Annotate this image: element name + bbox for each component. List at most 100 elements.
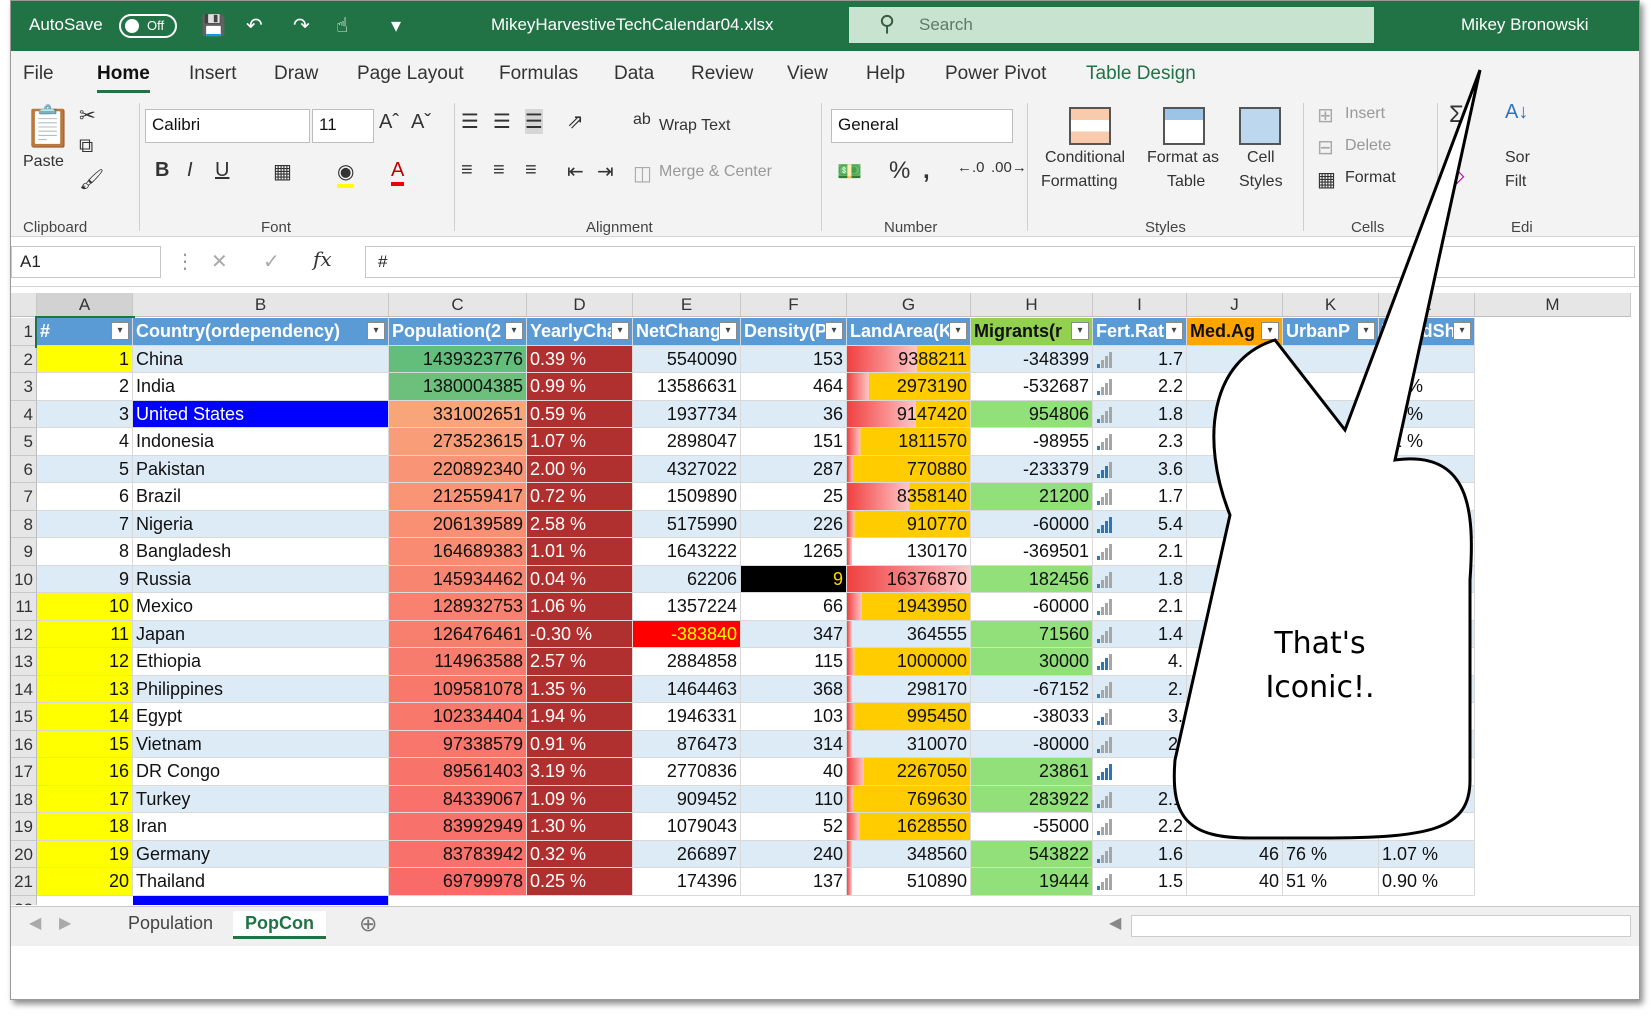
align-right-icon[interactable]: ≡ [525,159,537,182]
row-header[interactable]: 13 [11,648,37,676]
cell-g-5[interactable]: 1811570 [847,428,971,456]
next-sheet-icon[interactable]: ▶ [59,913,71,933]
cell-d-18[interactable]: 1.09 % [527,785,633,813]
cell-l-20[interactable]: 1.07 % [1379,840,1475,868]
cell-b-15[interactable]: Egypt [133,703,389,731]
cell-d-9[interactable]: 1.01 % [527,538,633,566]
comma-style-icon[interactable]: , [923,157,930,185]
autosum-icon[interactable]: Σ [1449,101,1464,129]
filter-dropdown-icon[interactable]: ▾ [949,322,967,340]
cell-j-5[interactable] [1187,428,1283,456]
cell-c-12[interactable]: 126476461 [389,620,527,648]
tab-power-pivot[interactable]: Power Pivot [945,63,1046,85]
cell-a-11[interactable]: 10 [37,593,133,621]
cell-e-11[interactable]: 1357224 [633,593,741,621]
row-header[interactable]: 22 [11,895,37,905]
cell-c-9[interactable]: 164689383 [389,538,527,566]
cell-f-8[interactable]: 226 [741,510,847,538]
cell-d-15[interactable]: 1.94 % [527,703,633,731]
cell-a-20[interactable]: 19 [37,840,133,868]
cell-i-5[interactable]: 2.3 [1093,428,1187,456]
table-header-cell[interactable]: Med.Ag ▾ [1187,318,1283,346]
cell-a-3[interactable]: 2 [37,373,133,401]
row-header[interactable]: 9 [11,538,37,566]
cell-b-2[interactable]: China [133,345,389,373]
cell-k-19[interactable] [1283,813,1379,841]
tab-data[interactable]: Data [614,63,654,85]
worksheet-grid[interactable]: A B C D E F G H I J K L M 1 2 3 4 5 6 7 8 9 10 11 12 13 14 15 16 17 18… [11,293,1639,905]
cell-b-22[interactable] [133,895,389,905]
cell-g-3[interactable]: 2973190 [847,373,971,401]
column-header-a[interactable]: A [37,293,133,317]
cell-f-16[interactable]: 314 [741,730,847,758]
cell-i-6[interactable]: 3.6 [1093,455,1187,483]
cell-l-10[interactable] [1379,565,1475,593]
cell-c-16[interactable]: 97338579 [389,730,527,758]
filter-dropdown-icon[interactable]: ▾ [111,322,129,340]
row-header[interactable]: 20 [11,840,37,868]
filter-dropdown-icon[interactable]: ▾ [611,322,629,340]
cell-f-21[interactable]: 137 [741,868,847,896]
user-name[interactable]: Mikey Bronowski [1461,15,1589,35]
cell-a-15[interactable]: 14 [37,703,133,731]
cell-h-20[interactable]: 543822 [971,840,1093,868]
cell-c-11[interactable]: 128932753 [389,593,527,621]
filter-dropdown-icon[interactable]: ▾ [1261,322,1279,340]
table-header-cell[interactable]: # ▾ [35,316,135,348]
cell-d-20[interactable]: 0.32 % [527,840,633,868]
cell-b-13[interactable]: Ethiopia [133,648,389,676]
cell-g-8[interactable]: 910770 [847,510,971,538]
cell-h-4[interactable]: 954806 [971,400,1093,428]
cell-k-3[interactable] [1283,373,1379,401]
cell-g-10[interactable]: 16376870 [847,565,971,593]
cell-g-12[interactable]: 364555 [847,620,971,648]
cell-f-11[interactable]: 66 [741,593,847,621]
cell-styles-line2[interactable]: Styles [1239,173,1283,191]
cell-b-6[interactable]: Pakistan [133,455,389,483]
accounting-format-icon[interactable]: 💵 [837,159,862,184]
cell-i-16[interactable]: 2. [1093,730,1187,758]
clear-icon[interactable]: ◇ [1449,163,1464,188]
cell-d-10[interactable]: 0.04 % [527,565,633,593]
cell-l-19[interactable] [1379,813,1475,841]
cell-e-9[interactable]: 1643222 [633,538,741,566]
cell-i-14[interactable]: 2. [1093,675,1187,703]
cell-c-21[interactable]: 69799978 [389,868,527,896]
cell-f-14[interactable]: 368 [741,675,847,703]
cell-k-16[interactable] [1283,730,1379,758]
cell-a-18[interactable]: 17 [37,785,133,813]
cut-icon[interactable]: ✂ [79,103,96,128]
tab-help[interactable]: Help [866,63,905,85]
table-header-cell[interactable]: NetChang ▾ [633,318,741,346]
sort-filter-line1[interactable]: Sor [1505,149,1530,167]
cell-a-5[interactable]: 4 [37,428,133,456]
cell-b-8[interactable]: Nigeria [133,510,389,538]
sort-filter-icon[interactable]: A↓ [1505,101,1528,124]
cell-c-13[interactable]: 114963588 [389,648,527,676]
cell-e-13[interactable]: 2884858 [633,648,741,676]
italic-icon[interactable]: I [187,159,193,182]
font-name-select[interactable]: Calibri [145,109,310,143]
cell-i-20[interactable]: 1.6 [1093,840,1187,868]
cell-g-21[interactable]: 510890 [847,868,971,896]
cell-j-3[interactable] [1187,373,1283,401]
cell-e-21[interactable]: 174396 [633,868,741,896]
cell-k-11[interactable] [1283,593,1379,621]
paste-button[interactable]: Paste [23,153,64,171]
select-all-corner[interactable] [11,293,37,317]
cell-a-10[interactable]: 9 [37,565,133,593]
cell-l-17[interactable] [1379,758,1475,786]
cell-i-13[interactable]: 4. [1093,648,1187,676]
cell-i-3[interactable]: 2.2 [1093,373,1187,401]
table-header-cell[interactable]: Density(P ▾ [741,318,847,346]
cell-k-18[interactable] [1283,785,1379,813]
tab-draw[interactable]: Draw [274,63,318,85]
cell-a-19[interactable]: 18 [37,813,133,841]
cell-i-12[interactable]: 1.4 [1093,620,1187,648]
cell-h-11[interactable]: -60000 [971,593,1093,621]
cell-k-10[interactable] [1283,565,1379,593]
cell-e-4[interactable]: 1937734 [633,400,741,428]
row-header[interactable]: 18 [11,785,37,813]
cell-i-9[interactable]: 2.1 [1093,538,1187,566]
name-box[interactable]: A1 [11,246,161,278]
